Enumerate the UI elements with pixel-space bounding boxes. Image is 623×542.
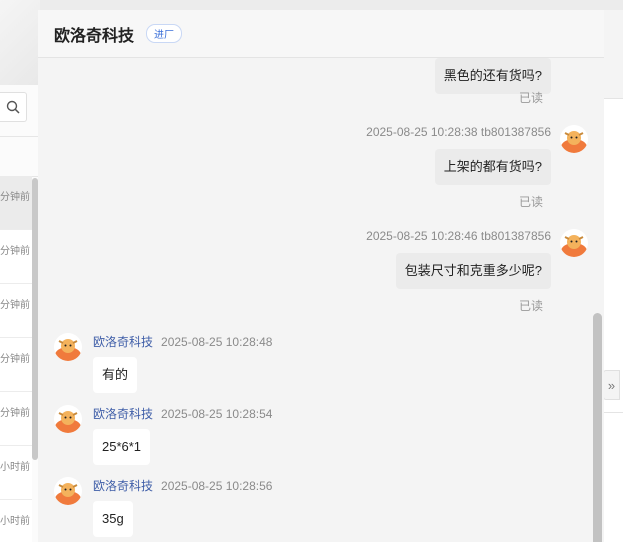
sender-name[interactable]: 欧洛奇科技 — [93, 407, 153, 421]
avatar[interactable] — [560, 125, 588, 153]
message-meta: 2025-08-25 10:28:46 tb801387856 — [366, 229, 551, 243]
message-meta: 欧洛奇科技 2025-08-25 10:28:48 — [93, 333, 272, 350]
sender-name[interactable]: 欧洛奇科技 — [93, 479, 153, 493]
conversation-time: 分钟前 — [0, 408, 30, 419]
cow-mascot-icon — [55, 339, 81, 361]
search-icon — [6, 100, 20, 114]
conversation-time: 分钟前 — [0, 300, 30, 311]
chat-window: 欧洛奇科技 进厂 黑色的还有货吗? 已读 2025-08-25 10:28:38… — [38, 10, 604, 542]
read-status: 已读 — [518, 195, 543, 209]
chat-header: 欧洛奇科技 进厂 — [38, 10, 604, 58]
avatar[interactable] — [54, 333, 82, 361]
list-item[interactable]: 小时前 — [0, 500, 32, 542]
message-meta: 2025-08-25 10:28:38 tb801387856 — [366, 125, 551, 139]
divider — [604, 412, 623, 413]
read-status: 已读 — [518, 299, 543, 313]
message-time: 2025-08-25 10:28:48 — [161, 335, 273, 349]
cow-mascot-icon — [561, 131, 587, 153]
divider — [0, 136, 40, 137]
top-strip — [0, 0, 623, 10]
message-meta: 欧洛奇科技 2025-08-25 10:28:54 — [93, 405, 272, 422]
expand-panel-button[interactable]: » — [603, 370, 620, 400]
message-bubble: 25*6*1 — [93, 429, 151, 465]
message-bubble: 上架的都有货吗? — [434, 149, 551, 185]
right-panel-header — [603, 10, 623, 98]
avatar[interactable] — [54, 477, 82, 505]
list-item[interactable]: 小时前 — [0, 446, 32, 500]
message-list: 黑色的还有货吗? 已读 2025-08-25 10:28:38 tb801387… — [38, 58, 604, 542]
conversation-time: 分钟前 — [0, 192, 30, 203]
message-bubble: 有的 — [93, 357, 138, 393]
search-button[interactable] — [0, 92, 27, 122]
cow-mascot-icon — [55, 411, 81, 433]
list-item[interactable]: 分钟前 — [0, 338, 32, 392]
message-time: 2025-08-25 10:28:56 — [161, 479, 273, 493]
chat-title: 欧洛奇科技 — [54, 27, 135, 45]
conversation-time: 分钟前 — [0, 246, 30, 257]
double-chevron-right-icon: » — [607, 377, 616, 393]
sender-name[interactable]: 欧洛奇科技 — [93, 335, 153, 349]
conversation-time: 小时前 — [0, 516, 30, 527]
message-bubble: 35g — [93, 501, 133, 537]
list-item[interactable]: 分钟前 — [0, 284, 32, 338]
divider — [604, 98, 623, 99]
avatar[interactable] — [560, 229, 588, 257]
conversation-list: 分钟前 分钟前 分钟前 分钟前 分钟前 小时前 小时前 — [0, 176, 32, 542]
read-status: 已读 — [518, 91, 543, 105]
status-badge: 进厂 — [146, 24, 183, 43]
cow-mascot-icon — [561, 235, 587, 257]
conversation-panel-header — [0, 0, 40, 85]
message-meta: 欧洛奇科技 2025-08-25 10:28:56 — [93, 477, 272, 494]
chat-scrollbar[interactable] — [593, 313, 602, 542]
cow-mascot-icon — [55, 483, 81, 505]
list-item[interactable]: 分钟前 — [0, 176, 32, 230]
message-time: 2025-08-25 10:28:54 — [161, 407, 273, 421]
conversation-time: 小时前 — [0, 462, 30, 473]
list-item[interactable]: 分钟前 — [0, 392, 32, 446]
list-item[interactable]: 分钟前 — [0, 230, 32, 284]
conversation-time: 分钟前 — [0, 354, 30, 365]
message-bubble: 包装尺寸和克重多少呢? — [395, 253, 551, 289]
avatar[interactable] — [54, 405, 82, 433]
